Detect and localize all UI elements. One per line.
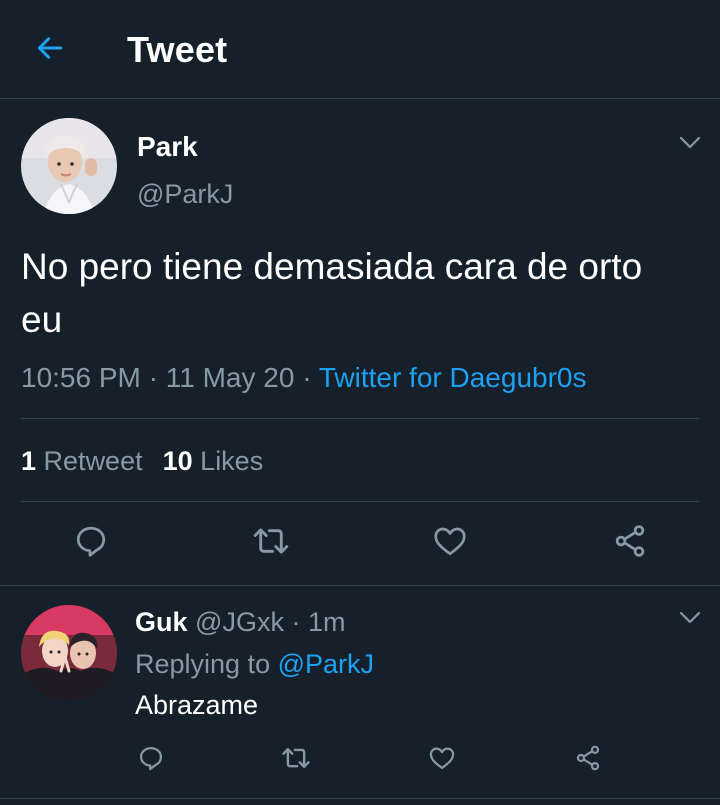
reply-icon <box>137 744 165 777</box>
reply-author-name[interactable]: Guk <box>135 607 188 637</box>
chevron-down-icon <box>679 611 701 630</box>
share-button[interactable] <box>570 742 606 778</box>
tweet-menu-button[interactable] <box>672 130 708 160</box>
like-button[interactable] <box>427 520 473 566</box>
retweet-icon <box>252 522 290 565</box>
retweet-button[interactable] <box>248 520 294 566</box>
separator-dot: · <box>291 607 301 637</box>
likes-label: Likes <box>200 446 264 476</box>
heart-icon <box>432 523 468 564</box>
top-app-bar: Tweet <box>0 0 720 99</box>
separator-dot: · <box>148 362 158 393</box>
author-name[interactable]: Park <box>137 130 198 164</box>
divider <box>0 585 720 586</box>
likes-count: 10 <box>162 446 193 476</box>
avatar[interactable] <box>21 118 117 214</box>
share-button[interactable] <box>607 520 653 566</box>
likes-stat[interactable]: 10 Likes <box>163 446 264 476</box>
replying-to-mention[interactable]: @ParkJ <box>278 649 374 679</box>
replying-to-line: Replying to @ParkJ <box>135 647 374 681</box>
reply-button[interactable] <box>68 520 114 566</box>
divider <box>0 798 720 799</box>
separator-dot: · <box>302 362 312 393</box>
like-button[interactable] <box>424 742 460 778</box>
tweet-time: 10:56 PM <box>21 362 141 393</box>
tweet-detail-page: Tweet Park @ParkJ No pero tiene demasiad… <box>0 0 720 805</box>
tweet-metadata: 10:56 PM · 11 May 20 · Twitter for Daegu… <box>21 359 586 397</box>
replying-to-label: Replying to <box>135 649 271 679</box>
divider <box>21 418 699 419</box>
share-icon <box>574 744 602 777</box>
reply-time: 1m <box>307 607 346 637</box>
engagement-stats: 1 Retweet 10 Likes <box>21 443 263 479</box>
tweet-date: 11 May 20 <box>165 362 295 393</box>
retweet-button[interactable] <box>278 742 314 778</box>
retweets-stat[interactable]: 1 Retweet <box>21 446 143 476</box>
divider <box>21 501 699 502</box>
tweet-source-link[interactable]: Twitter for Daegubr0s <box>319 362 587 393</box>
retweets-count: 1 <box>21 446 37 476</box>
share-icon <box>612 523 648 564</box>
chevron-down-icon <box>679 136 701 155</box>
page-title: Tweet <box>127 29 228 70</box>
arrow-left-icon <box>34 32 66 69</box>
reply-menu-button[interactable] <box>672 605 708 635</box>
reply-header: Guk @JGxk · 1m <box>135 605 346 639</box>
reply-author-handle[interactable]: @JGxk <box>195 607 284 637</box>
tweet-text: No pero tiene demasiada cara de orto eu <box>21 246 643 340</box>
retweet-icon <box>281 743 311 778</box>
reply-text: Abrazame <box>135 690 259 720</box>
reply-icon <box>73 523 109 564</box>
back-button[interactable] <box>28 28 72 72</box>
heart-icon <box>428 744 456 777</box>
author-handle[interactable]: @ParkJ <box>137 177 233 211</box>
retweets-label: Retweet <box>43 446 143 476</box>
avatar[interactable] <box>21 605 117 701</box>
reply-button[interactable] <box>133 742 169 778</box>
